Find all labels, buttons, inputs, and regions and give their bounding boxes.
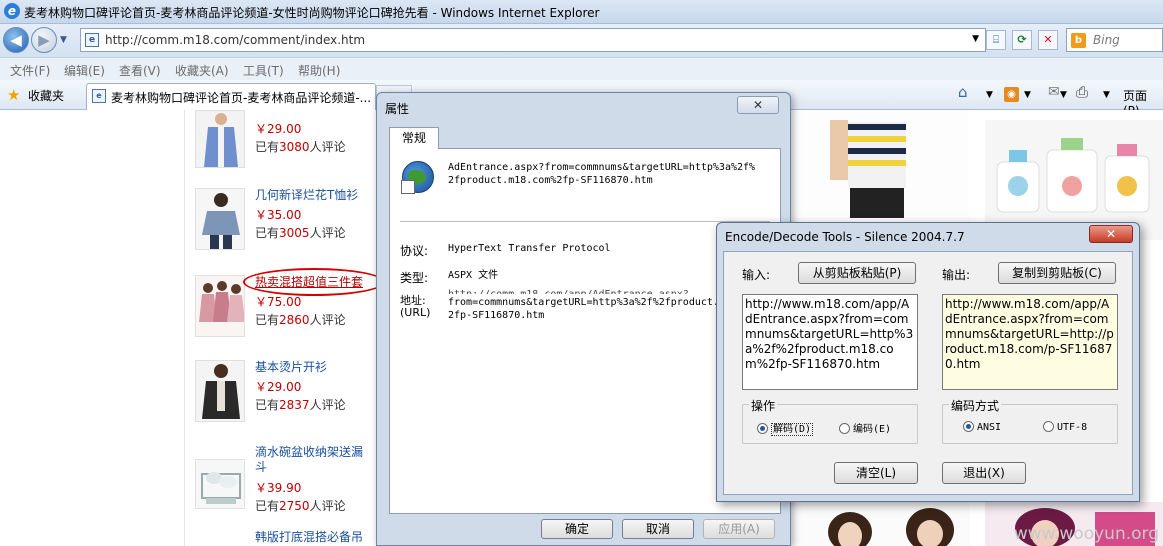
product-name-link[interactable]: 几何新译烂花T恤衫 <box>255 188 370 203</box>
apply-button[interactable]: 应用(A) <box>703 519 775 539</box>
search-input[interactable]: b Bing <box>1066 28 1163 52</box>
highlight-circle-annotation <box>243 268 385 296</box>
address-bar[interactable]: e http://comm.m18.com/comment/index.htm … <box>80 28 986 52</box>
paste-from-clipboard-button[interactable]: 从剪贴板粘贴(P) <box>798 262 916 284</box>
refresh-icon[interactable]: ⟳ <box>1012 30 1032 50</box>
product-price: ￥39.90 <box>255 481 302 495</box>
product-review-count: 已有2860人评论 <box>255 313 346 327</box>
product-review-count: 已有3080人评论 <box>255 140 346 154</box>
product-price: ￥29.00 <box>255 380 302 394</box>
menu-help[interactable]: 帮助(H) <box>298 62 340 79</box>
product-name-link[interactable]: 基本烫片开衫 <box>255 360 370 375</box>
feeds-icon[interactable]: ◉ <box>1004 87 1019 102</box>
address-url[interactable]: http://comm.m18.com/comment/index.htm <box>105 33 365 47</box>
utf8-radio[interactable]: UTF-8 <box>1043 420 1087 433</box>
back-button[interactable]: ◀ <box>3 27 29 53</box>
tab-page-icon: e <box>92 89 106 103</box>
product-price: ￥75.00 <box>255 295 302 309</box>
product-image[interactable] <box>195 188 245 250</box>
menu-bar: 文件(F) 编辑(E) 查看(V) 收藏夹(A) 工具(T) 帮助(H) <box>0 57 1163 80</box>
menu-file[interactable]: 文件(F) <box>10 62 50 79</box>
product-review-count: 已有2837人评论 <box>255 398 346 412</box>
exit-button[interactable]: 退出(X) <box>942 462 1026 484</box>
address-value-clipped: http://comm.m18.com/app/AdEntrance.aspx? <box>448 289 698 294</box>
product-name-link[interactable]: 韩版打底混搭必备吊 <box>255 530 370 545</box>
product-review-count: 已有2750人评论 <box>255 499 346 513</box>
address-dropdown-chevron-down-icon[interactable]: ▼ <box>972 34 979 44</box>
ok-button[interactable]: 确定 <box>541 519 613 539</box>
promo-model-image[interactable] <box>790 502 970 546</box>
tab-title: 麦考林购物口碑评论首页-麦考林商品评论频道-... <box>111 91 372 105</box>
column-divider <box>184 110 185 546</box>
operation-group: 操作 解码(D) 编码(E) <box>742 397 918 444</box>
encode-decode-dialog: Encode/Decode Tools - Silence 2004.7.7 ✕… <box>716 222 1140 502</box>
divider <box>400 221 770 222</box>
input-label: 输入: <box>742 268 771 282</box>
forward-button[interactable]: ▶ <box>31 27 57 53</box>
product-image[interactable] <box>195 110 245 168</box>
radio-selected-icon[interactable] <box>757 423 768 434</box>
product-price: ￥29.00 <box>255 122 302 136</box>
favorites-star-icon[interactable]: ★ <box>7 86 20 104</box>
output-textarea[interactable]: http://www.m18.com/app/AdEntrance.aspx?f… <box>942 294 1118 390</box>
bing-icon: b <box>1071 33 1086 48</box>
navigation-bar: ◀ ▶ ▼ e http://comm.m18.com/comment/inde… <box>0 24 1163 57</box>
encode-dialog-body: 输入: 从剪贴板粘贴(P) 输出: 复制到剪贴板(C) http://www.m… <box>723 251 1133 495</box>
tab-active[interactable]: e 麦考林购物口碑评论首页-麦考林商品评论频道-... <box>86 83 376 110</box>
promo-model-image[interactable] <box>790 110 970 230</box>
product-name-link[interactable]: 滴水碗盆收纳架送漏斗 <box>255 445 370 475</box>
encode-close-button[interactable]: ✕ <box>1089 225 1133 243</box>
output-label: 输出: <box>942 268 971 282</box>
file-name: AdEntrance.aspx?from=commnums&targetURL=… <box>448 162 756 186</box>
properties-close-button[interactable]: ✕ <box>737 96 779 114</box>
search-placeholder: Bing <box>1093 33 1120 47</box>
promo-model-image[interactable]: www.wooyun.org <box>985 502 1163 546</box>
menu-view[interactable]: 查看(V) <box>119 62 161 79</box>
type-label: 类型: <box>400 271 429 285</box>
feeds-chevron-down-icon[interactable]: ▼ <box>1024 90 1031 100</box>
input-textarea[interactable]: http://www.m18.com/app/AdEntrance.aspx?f… <box>742 294 918 390</box>
recent-pages-chevron-down-icon[interactable]: ▼ <box>60 35 67 45</box>
window-title: 麦考林购物口碑评论首页-麦考林商品评论频道-女性时尚购物评论口碑抢先看 - Wi… <box>24 6 600 20</box>
home-icon[interactable]: ⌂ <box>958 83 968 101</box>
watermark-text: www.wooyun.org <box>1013 524 1159 544</box>
product-image[interactable] <box>195 360 245 422</box>
radio-unselected-icon[interactable] <box>1043 421 1054 432</box>
encode-radio[interactable]: 编码(E) <box>839 420 891 435</box>
product-image[interactable] <box>195 275 245 337</box>
properties-dialog-title: 属性 <box>385 102 410 116</box>
menu-edit[interactable]: 编辑(E) <box>64 62 105 79</box>
window-titlebar: e 麦考林购物口碑评论首页-麦考林商品评论频道-女性时尚购物评论口碑抢先看 - … <box>0 0 1163 24</box>
clear-button[interactable]: 清空(L) <box>834 462 918 484</box>
encode-dialog-title: Encode/Decode Tools - Silence 2004.7.7 <box>725 230 965 244</box>
product-image[interactable] <box>195 459 245 509</box>
mail-chevron-down-icon[interactable]: ▼ <box>1060 90 1067 100</box>
tab-general[interactable]: 常规 <box>389 127 439 149</box>
favorites-button[interactable]: 收藏夹 <box>28 87 64 104</box>
home-chevron-down-icon[interactable]: ▼ <box>986 90 993 100</box>
compatibility-view-icon[interactable]: ⌸ <box>986 30 1006 50</box>
print-chevron-down-icon[interactable]: ▼ <box>1103 90 1110 100</box>
product-review-count: 已有3005人评论 <box>255 226 346 240</box>
stop-icon[interactable]: ✕ <box>1038 30 1058 50</box>
ie-logo-icon: e <box>4 3 20 19</box>
decode-radio[interactable]: 解码(D) <box>757 420 814 436</box>
mail-icon[interactable]: ✉ <box>1048 84 1060 100</box>
menu-favorites[interactable]: 收藏夹(A) <box>175 62 229 79</box>
protocol-label: 协议: <box>400 244 429 258</box>
encoding-group: 编码方式 ANSI UTF-8 <box>942 397 1118 444</box>
page-icon: e <box>85 33 99 47</box>
radio-unselected-icon[interactable] <box>839 423 850 434</box>
aspx-file-icon <box>401 161 434 194</box>
operation-label: 操作 <box>749 397 778 414</box>
address-label: 地址: (URL) <box>400 294 431 319</box>
cancel-button[interactable]: 取消 <box>622 519 694 539</box>
radio-selected-icon[interactable] <box>963 421 974 432</box>
encoding-label: 编码方式 <box>949 397 1002 414</box>
product-price: ￥35.00 <box>255 208 302 222</box>
menu-tools[interactable]: 工具(T) <box>243 62 284 79</box>
print-icon[interactable]: ⎙ <box>1076 83 1088 101</box>
ansi-radio[interactable]: ANSI <box>963 420 1001 433</box>
copy-to-clipboard-button[interactable]: 复制到剪贴板(C) <box>998 262 1116 284</box>
